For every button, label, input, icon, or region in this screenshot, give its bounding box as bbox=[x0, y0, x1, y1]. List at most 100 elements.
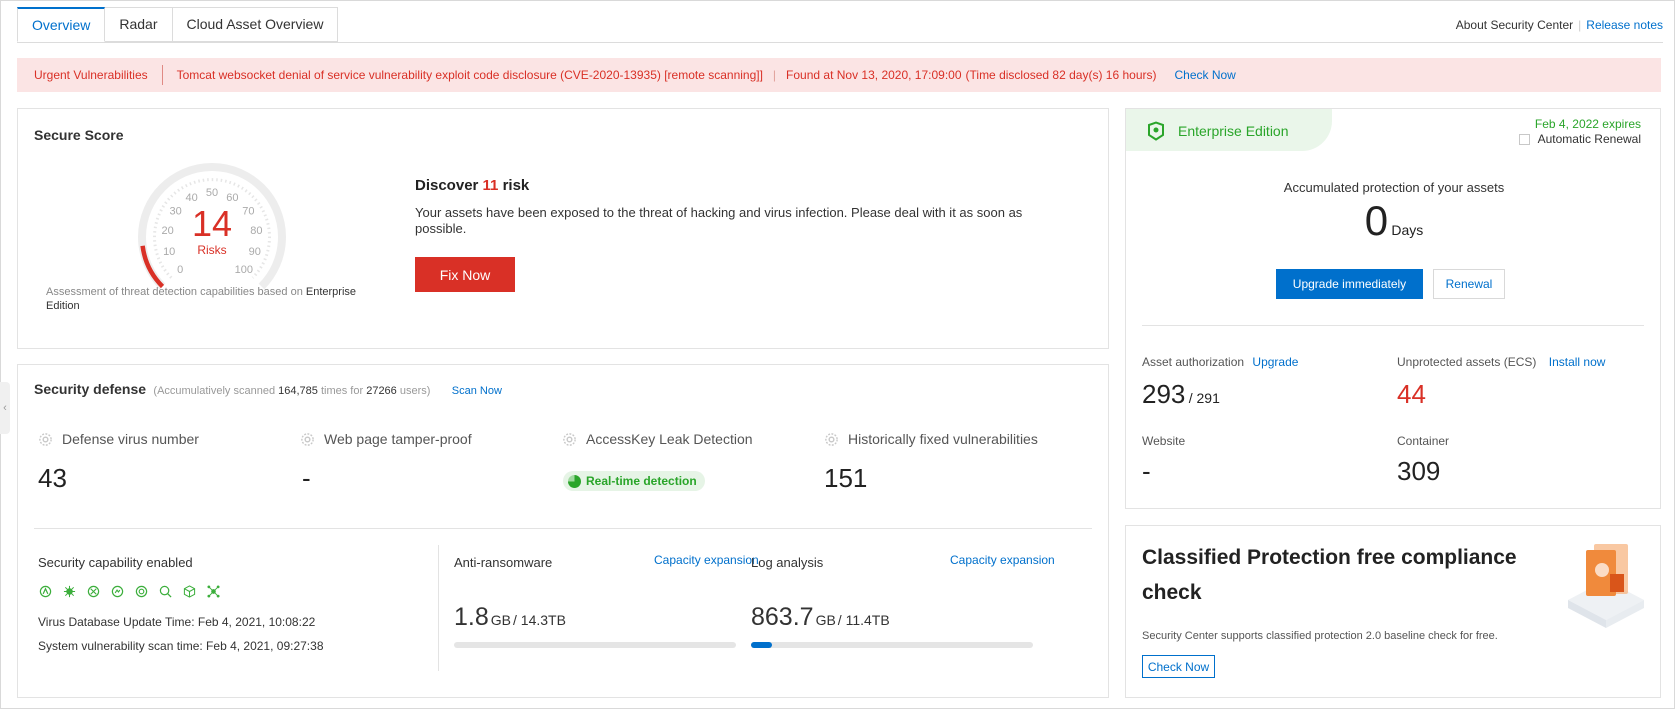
unprotected-assets-text: Unprotected assets (ECS) bbox=[1397, 355, 1537, 369]
container-value: 309 bbox=[1397, 456, 1441, 486]
upgrade-immediately-button[interactable]: Upgrade immediately bbox=[1276, 269, 1423, 299]
anti-ransomware-capacity-link[interactable]: Capacity expansion bbox=[654, 553, 759, 567]
shield-gear-icon bbox=[825, 432, 838, 446]
capability-title: Security capability enabled bbox=[38, 555, 193, 570]
risk-count: 14 bbox=[191, 203, 233, 244]
renewal-button[interactable]: Renewal bbox=[1433, 269, 1505, 299]
log-analysis-unit: GB bbox=[815, 612, 836, 628]
bug-icon bbox=[62, 584, 76, 598]
compliance-illustration bbox=[1568, 544, 1644, 628]
alert-check-now-link[interactable]: Check Now bbox=[1174, 68, 1235, 82]
alert-divider bbox=[161, 65, 163, 85]
auto-renewal[interactable]: Automatic Renewal bbox=[1518, 132, 1641, 146]
shield-gear-icon bbox=[39, 432, 52, 446]
discover-count: 11 bbox=[482, 177, 499, 194]
target-icon bbox=[134, 584, 148, 598]
tamper-proof-metric-label: Web page tamper-proof bbox=[300, 431, 472, 447]
link-separator: | bbox=[1578, 18, 1582, 32]
discover-suffix: risk bbox=[498, 177, 530, 194]
website-label: Website bbox=[1142, 434, 1186, 448]
compliance-check-now-button[interactable]: Check Now bbox=[1142, 655, 1215, 678]
log-analysis-progress-bar bbox=[751, 642, 1033, 648]
anti-ransomware-usage: 1.8 GB/ 14.3TB bbox=[454, 603, 566, 632]
gauge-tick-label: 50 bbox=[206, 187, 218, 199]
anti-ransomware-used: 1.8 bbox=[454, 603, 489, 631]
cube-icon bbox=[182, 584, 196, 598]
tab-cloud-asset-overview[interactable]: Cloud Asset Overview bbox=[172, 7, 339, 42]
auto-renewal-checkbox[interactable] bbox=[1518, 133, 1530, 145]
capability-icons bbox=[38, 584, 220, 598]
metric-label-text: AccessKey Leak Detection bbox=[586, 431, 753, 447]
asset-authorization-value: 293 / 291 bbox=[1142, 379, 1220, 410]
anti-ransomware-title: Anti-ransomware bbox=[454, 555, 553, 570]
protection-days: 0 Days bbox=[1126, 197, 1662, 245]
log-analysis-title: Log analysis bbox=[751, 555, 824, 570]
secure-score-card: Secure Score 0 10 20 30 40 50 60 70 80 90 100 14 R… bbox=[17, 108, 1109, 349]
edition-name: Enterprise Edition bbox=[1178, 123, 1289, 139]
alert-separator: | bbox=[772, 68, 777, 82]
vuln-scan-time: System vulnerability scan time: Feb 4, 2… bbox=[38, 639, 324, 653]
container-label: Container bbox=[1397, 434, 1450, 448]
discover-risk-heading: Discover 11 risk bbox=[415, 177, 529, 194]
tab-bar: Overview Radar Cloud Asset Overview bbox=[17, 7, 339, 42]
security-defense-title: Security defense bbox=[34, 381, 147, 397]
gauge-tick-label: 0 bbox=[177, 264, 183, 276]
unprotected-assets-value: 44 bbox=[1397, 379, 1426, 409]
compliance-title: Classified Protection free compliance ch… bbox=[1142, 546, 1517, 604]
scan-suffix: users) bbox=[396, 385, 431, 397]
metric-label-text: Web page tamper-proof bbox=[324, 431, 472, 447]
release-notes-link[interactable]: Release notes bbox=[1586, 18, 1663, 32]
website-value: - bbox=[1142, 456, 1151, 486]
header-links: About Security Center | Release notes bbox=[1456, 18, 1663, 32]
tab-overview[interactable]: Overview bbox=[17, 7, 106, 42]
shield-gear-icon bbox=[563, 432, 576, 446]
gauge-tick-label: 80 bbox=[250, 225, 262, 237]
discover-prefix: Discover bbox=[415, 177, 483, 194]
shield-badge-icon bbox=[1148, 121, 1164, 141]
auto-renewal-label: Automatic Renewal bbox=[1537, 132, 1641, 146]
alert-found-time: Found at Nov 13, 2020, 17:09:00 bbox=[786, 68, 962, 82]
asset-authorization-upgrade-link[interactable]: Upgrade bbox=[1252, 355, 1298, 369]
log-analysis-used: 863.7 bbox=[751, 603, 814, 631]
log-analysis-progress-fill bbox=[751, 642, 772, 648]
capability-divider bbox=[438, 545, 439, 671]
real-time-detection-text: Real-time detection bbox=[586, 474, 697, 488]
log-analysis-usage: 863.7 GB/ 11.4TB bbox=[751, 603, 890, 632]
side-collapse-handle[interactable]: ‹ bbox=[0, 382, 10, 434]
shield-a-icon bbox=[38, 584, 52, 598]
log-analysis-total: / 11.4TB bbox=[837, 612, 890, 628]
protection-label: Accumulated protection of your assets bbox=[1283, 180, 1505, 195]
score-footnote-text: Assessment of threat detection capabilit… bbox=[46, 286, 306, 298]
alert-tag: Urgent Vulnerabilities bbox=[34, 68, 148, 82]
anti-ransomware-progress-bar bbox=[454, 642, 736, 648]
scan-summary: (Accumulatively scanned 164,785 times fo… bbox=[153, 385, 430, 397]
defense-virus-metric-label: Defense virus number bbox=[38, 431, 199, 447]
fix-now-button[interactable]: Fix Now bbox=[415, 257, 515, 292]
virus-icon bbox=[110, 584, 124, 598]
secure-score-title: Secure Score bbox=[34, 127, 124, 143]
network-icon bbox=[206, 584, 220, 598]
log-analysis-capacity-link[interactable]: Capacity expansion bbox=[950, 553, 1055, 567]
scan-now-link[interactable]: Scan Now bbox=[452, 385, 502, 397]
unprotected-assets-label: Unprotected assets (ECS) Install now bbox=[1397, 355, 1605, 369]
edition-expiry: Feb 4, 2022 expires bbox=[1534, 117, 1641, 131]
tab-radar[interactable]: Radar bbox=[105, 7, 173, 42]
install-now-link[interactable]: Install now bbox=[1549, 355, 1606, 369]
compliance-card: Classified Protection free compliance ch… bbox=[1125, 525, 1661, 698]
real-time-detection-badge: Real-time detection bbox=[563, 471, 705, 491]
edition-card: Enterprise Edition Feb 4, 2022 expires A… bbox=[1125, 108, 1661, 509]
defense-divider bbox=[34, 528, 1092, 529]
risk-description: Your assets have been exposed to the thr… bbox=[415, 205, 1023, 236]
security-defense-header: Security defense (Accumulatively scanned… bbox=[34, 381, 502, 397]
anti-ransomware-unit: GB bbox=[490, 612, 511, 628]
status-pie-icon bbox=[568, 474, 581, 488]
asset-authorization-text: Asset authorization bbox=[1142, 355, 1245, 369]
shield-gear-icon bbox=[301, 432, 314, 446]
search-bug-icon bbox=[158, 584, 172, 598]
grid-icon bbox=[86, 584, 100, 598]
defense-virus-metric-value: 43 bbox=[38, 463, 67, 493]
chevron-left-icon: ‹ bbox=[3, 402, 7, 414]
about-security-center-link[interactable]: About Security Center bbox=[1456, 18, 1573, 32]
accesskey-leak-metric-label: AccessKey Leak Detection bbox=[562, 431, 753, 447]
virus-db-update-time: Virus Database Update Time: Feb 4, 2021,… bbox=[38, 615, 316, 629]
